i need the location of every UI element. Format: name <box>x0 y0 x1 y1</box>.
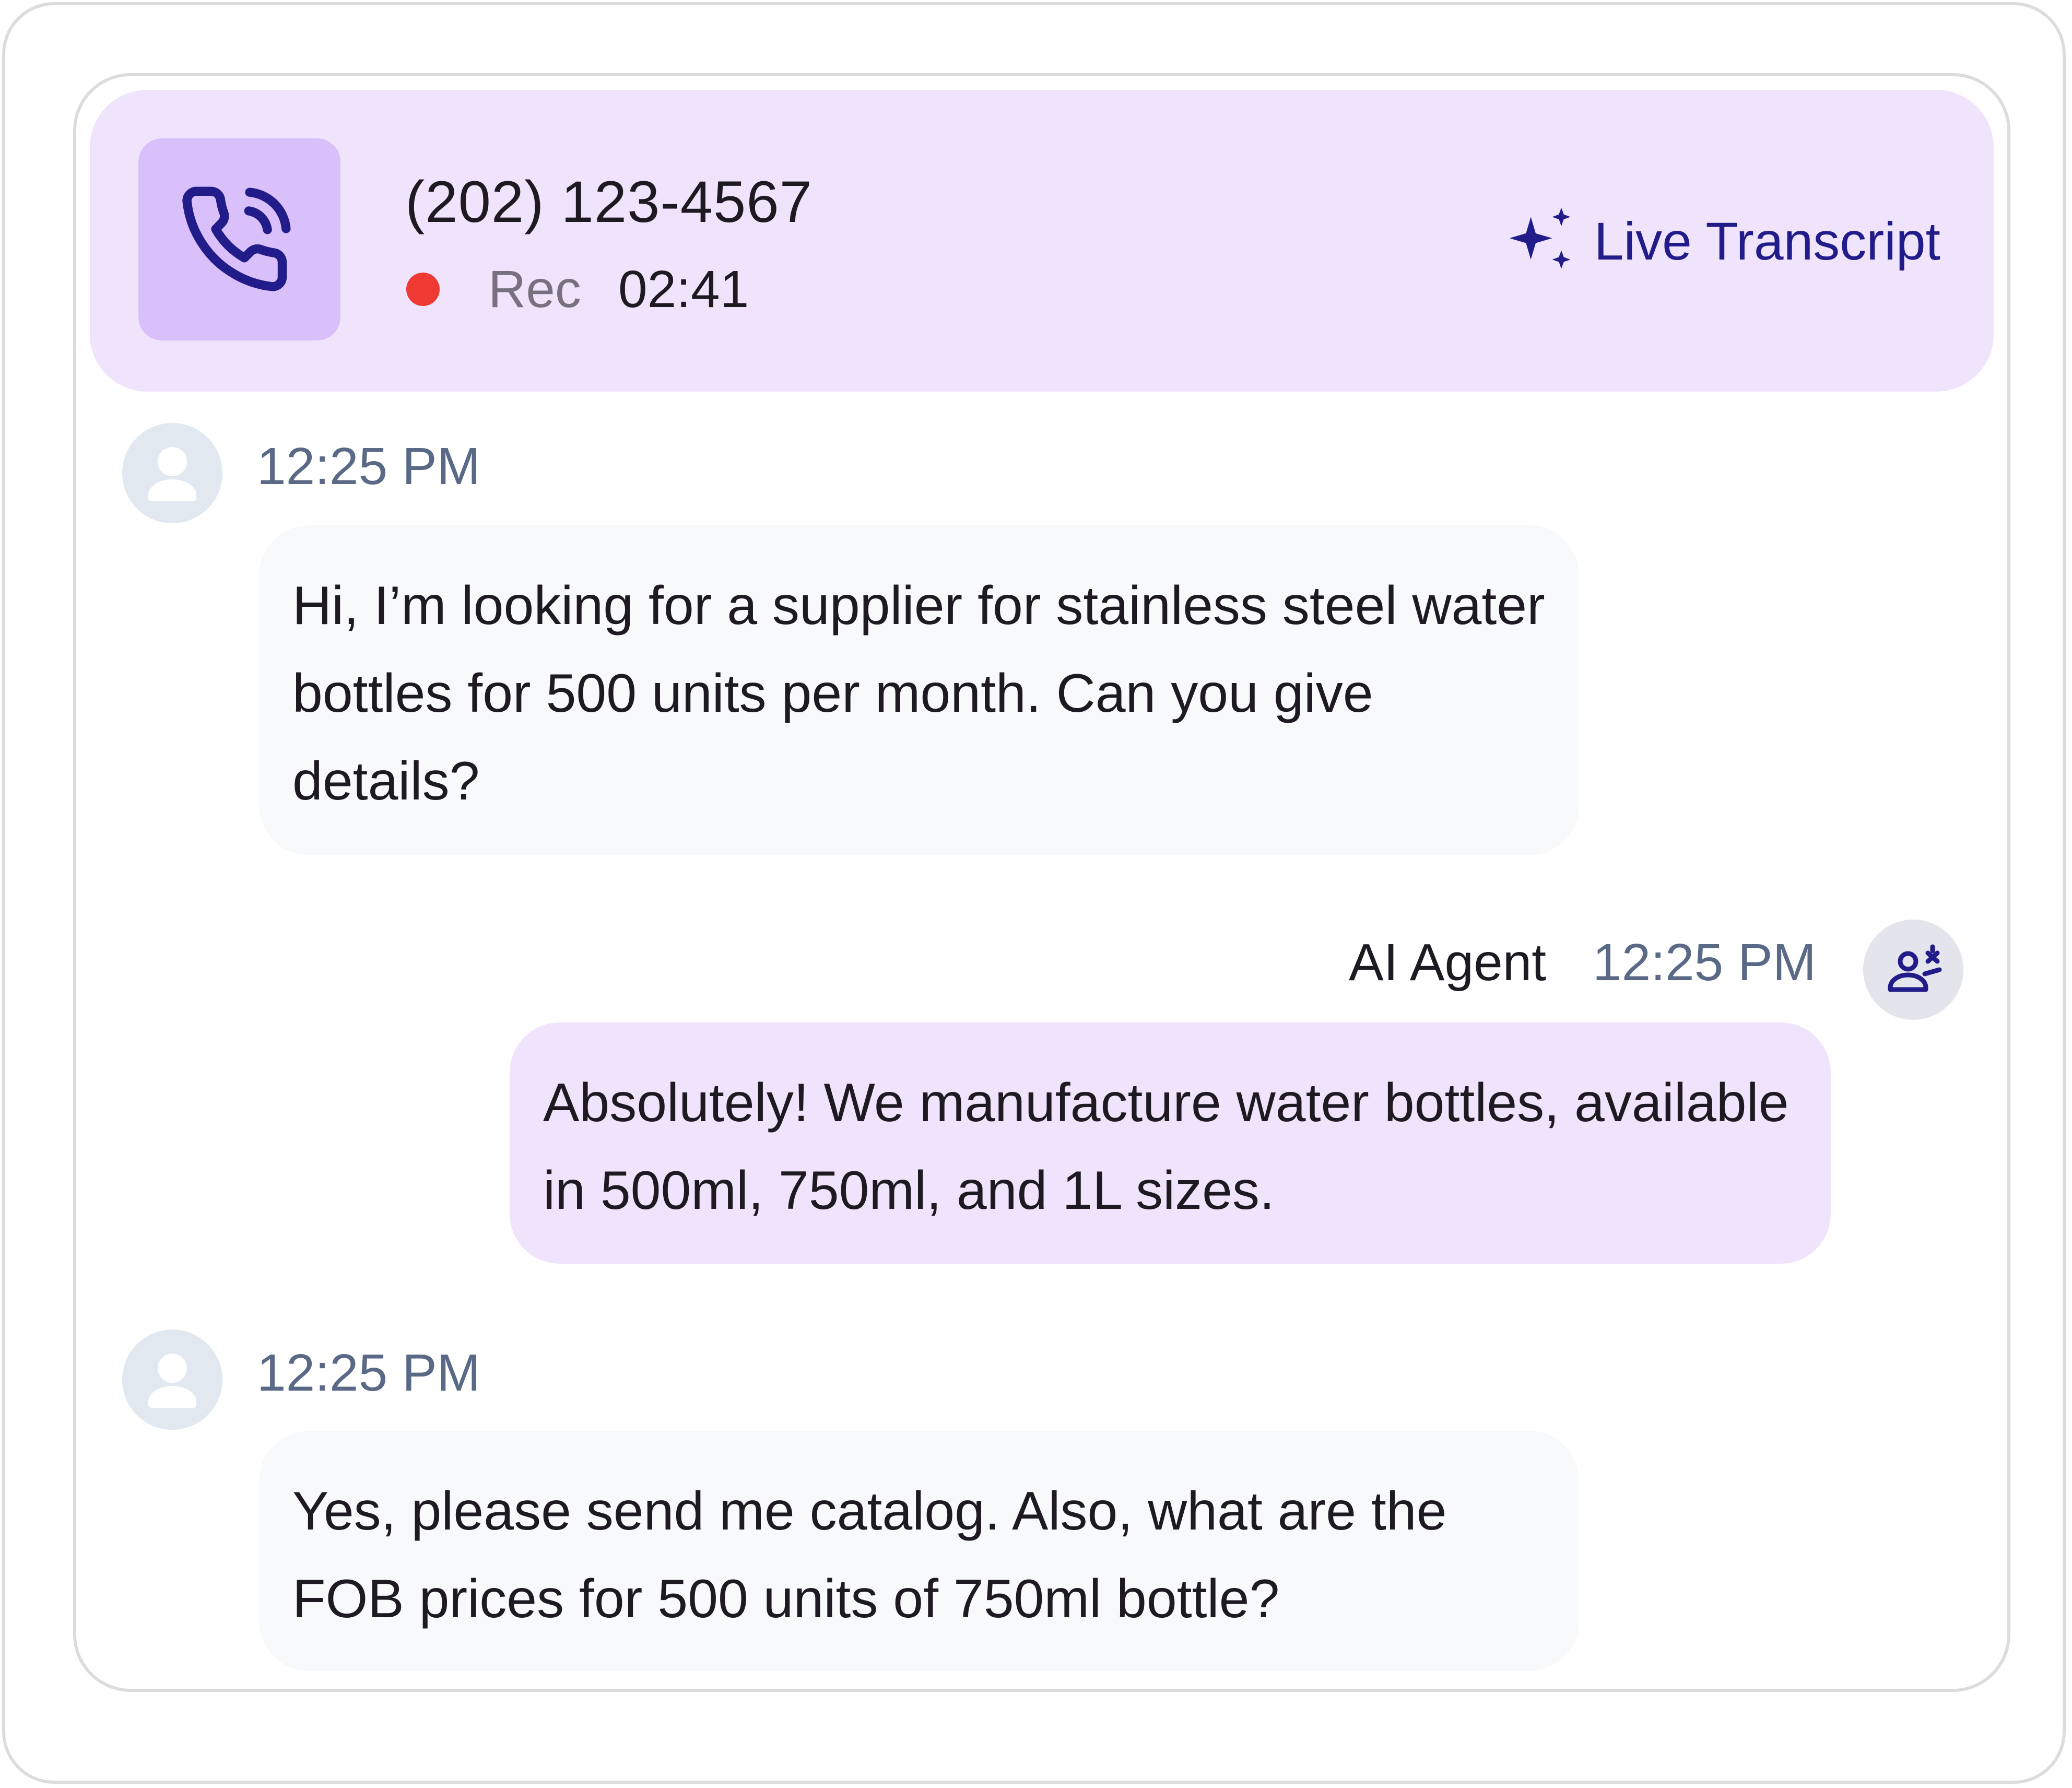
user-avatar-icon <box>148 1354 196 1408</box>
caller-avatar <box>122 1330 222 1430</box>
recording-timer: 02:41 <box>618 260 749 319</box>
outer-frame: (202) 123-4567 Rec 02:41 Live Transcript… <box>2 2 2066 1784</box>
message-time: 12:25 PM <box>1593 933 1817 992</box>
caller-avatar <box>122 423 222 523</box>
phone-call-icon <box>182 186 291 291</box>
agent-avatar <box>1863 920 1963 1020</box>
recording-label: Rec <box>488 260 581 319</box>
call-icon-box[interactable] <box>138 138 340 340</box>
live-transcript-label: Live Transcript <box>1594 211 1940 271</box>
live-transcript-button[interactable]: Live Transcript <box>1506 205 1940 278</box>
ai-agent-avatar-icon <box>1888 944 1942 992</box>
agent-name: AI Agent <box>1349 933 1547 992</box>
agent-message-bubble: Absolutely! We manufacture water bottles… <box>510 1022 1831 1264</box>
caller-message-bubble: Hi, I’m looking for a supplier for stain… <box>259 525 1579 855</box>
user-avatar-icon <box>148 447 196 501</box>
call-header: (202) 123-4567 Rec 02:41 Live Transcript <box>90 90 1994 392</box>
message-time: 12:25 PM <box>257 437 481 496</box>
caller-phone-number: (202) 123-4567 <box>405 169 813 234</box>
recording-indicator <box>406 273 440 306</box>
message-time: 12:25 PM <box>257 1344 481 1402</box>
call-transcript-card: (202) 123-4567 Rec 02:41 Live Transcript… <box>73 73 2010 1692</box>
sparkles-icon <box>1509 207 1571 269</box>
caller-message-bubble: Yes, please send me catalog. Also, what … <box>259 1431 1579 1671</box>
